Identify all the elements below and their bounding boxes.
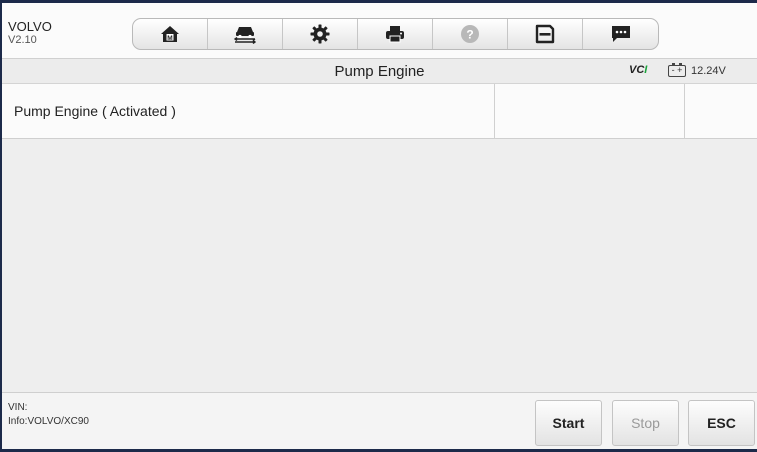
vehicle-swap-button[interactable] xyxy=(208,19,283,49)
table-row[interactable]: Pump Engine ( Activated ) xyxy=(2,84,757,139)
brand-name: VOLVO xyxy=(8,19,52,34)
printer-icon xyxy=(386,26,404,43)
stop-button[interactable]: Stop xyxy=(612,400,679,446)
start-button[interactable]: Start xyxy=(535,400,602,446)
print-button[interactable] xyxy=(358,19,433,49)
battery-voltage: 12.24V xyxy=(691,65,726,77)
gear-icon xyxy=(310,24,330,44)
car-swap-icon xyxy=(233,27,257,44)
message-icon xyxy=(611,26,630,42)
battery-icon: - + xyxy=(668,63,686,77)
esc-button[interactable]: ESC xyxy=(688,400,755,446)
save-icon xyxy=(535,24,555,44)
settings-button[interactable] xyxy=(283,19,358,49)
help-icon: ? xyxy=(461,25,479,43)
svg-text:M: M xyxy=(167,35,172,42)
home-button[interactable]: M xyxy=(133,19,208,49)
toolbar: M ? xyxy=(132,18,659,50)
help-button[interactable]: ? xyxy=(433,19,508,49)
home-icon: M xyxy=(161,26,179,42)
data-logging-button[interactable] xyxy=(583,19,658,49)
content-area xyxy=(2,139,757,392)
test-item-name: Pump Engine ( Activated ) xyxy=(14,103,176,119)
software-version: V2.10 xyxy=(8,34,37,46)
vehicle-info: Info:VOLVO/XC90 xyxy=(8,416,89,427)
column-divider xyxy=(684,84,685,139)
app-window: VOLVO V2.10 M ? Pump Engine VCI - + 12.2… xyxy=(2,3,757,449)
vin-label: VIN: xyxy=(8,402,28,413)
column-divider xyxy=(494,84,495,139)
svg-text:?: ? xyxy=(466,28,473,42)
vci-status-badge: VCI xyxy=(629,64,648,76)
save-button[interactable] xyxy=(508,19,583,49)
bottom-bar: VIN: Info:VOLVO/XC90 Start Stop ESC xyxy=(2,392,757,449)
brand-block: VOLVO V2.10 xyxy=(8,19,52,47)
top-bar: VOLVO V2.10 M ? xyxy=(2,3,757,59)
title-bar: Pump Engine VCI - + 12.24V xyxy=(2,59,757,84)
